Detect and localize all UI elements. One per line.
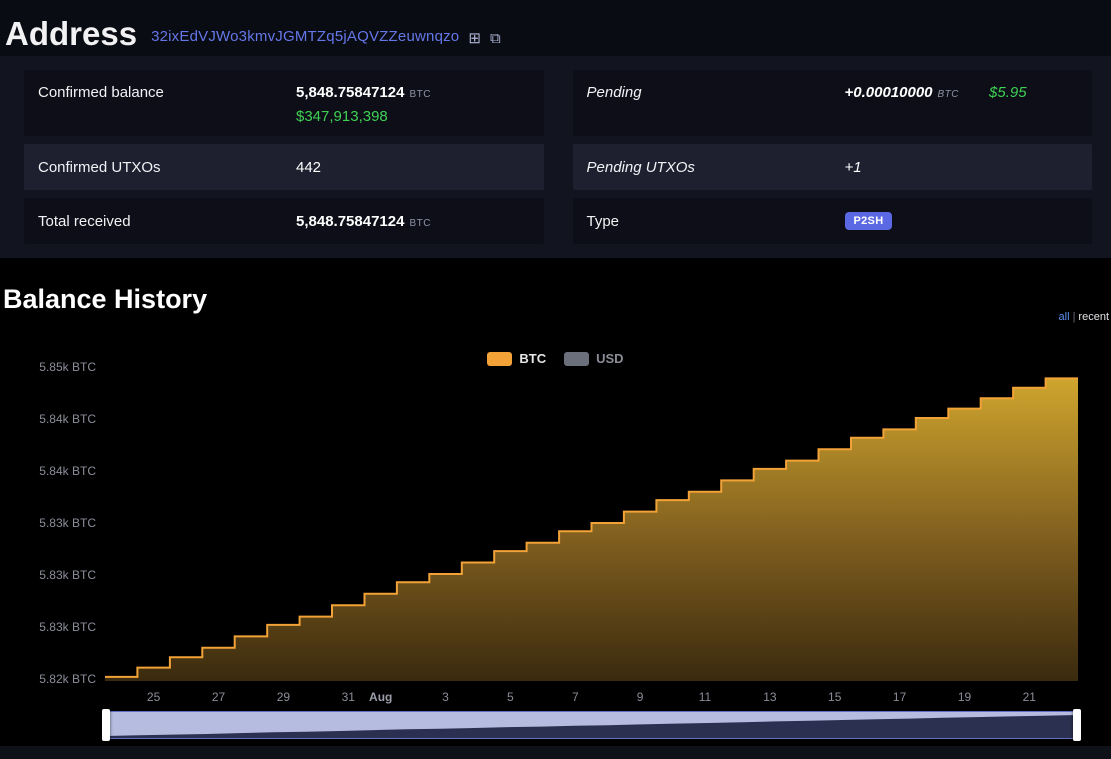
total-received-amount: 5,848.75847124: [296, 213, 404, 230]
confirmed-balance-value: 5,848.75847124 BTC $347,913,398: [296, 84, 431, 125]
range-selector: all|recent: [1059, 311, 1109, 323]
navigator-right-handle[interactable]: [1073, 709, 1081, 741]
pending-label: Pending: [587, 84, 845, 101]
type-row: Type P2SH: [573, 198, 1093, 244]
address-summary-section: Address 32ixEdVJWo3kmvJGMTZq5jAQVZZeuwnq…: [0, 0, 1111, 258]
balance-history-chart[interactable]: 5.85k BTC 5.84k BTC 5.84k BTC 5.83k BTC 5.83…: [0, 330, 1111, 745]
x-tick-label: 31: [342, 690, 356, 704]
confirmed-utxos-row: Confirmed UTXOs 442: [24, 144, 544, 190]
qr-code-icon[interactable]: ⊞: [468, 31, 481, 46]
total-received-row: Total received 5,848.75847124 BTC: [24, 198, 544, 244]
btc-amount: 5,848.75847124: [296, 84, 404, 101]
pending-usd: $5.95: [989, 84, 1027, 101]
next-section-edge: [0, 746, 1111, 759]
page-title: Address: [5, 17, 137, 50]
x-tick-label: 27: [212, 690, 226, 704]
x-tick-label: 13: [763, 690, 777, 704]
x-tick-label: 9: [637, 690, 644, 704]
confirmed-balance-label: Confirmed balance: [38, 84, 296, 101]
y-tick-label: 5.85k BTC: [39, 360, 96, 374]
pending-value: +0.00010000 BTC $5.95: [845, 84, 1027, 101]
chart-navigator[interactable]: [105, 711, 1078, 739]
type-label: Type: [587, 213, 845, 230]
address-value: 32ixEdVJWo3kmvJGMTZq5jAQVZZeuwnqzo: [151, 28, 459, 45]
y-tick-label: 5.83k BTC: [39, 516, 96, 530]
x-tick-label: 11: [699, 690, 712, 704]
range-recent-link[interactable]: recent: [1078, 311, 1109, 323]
stats-panel-right: Pending +0.00010000 BTC $5.95 Pending UT…: [573, 70, 1093, 252]
balance-history-title: Balance History: [3, 284, 207, 315]
x-tick-label: 17: [893, 690, 907, 704]
range-all-link[interactable]: all: [1059, 311, 1070, 323]
x-tick-label: 29: [277, 690, 291, 704]
x-tick-label: 7: [572, 690, 579, 704]
x-tick-label: 15: [828, 690, 842, 704]
y-tick-label: 5.84k BTC: [39, 464, 96, 478]
pending-amount: +0.00010000: [845, 84, 933, 101]
x-tick-label: 21: [1023, 690, 1037, 704]
y-tick-label: 5.83k BTC: [39, 620, 96, 634]
navigator-data-shadow: [106, 712, 1077, 738]
confirmed-utxos-label: Confirmed UTXOs: [38, 159, 296, 176]
pending-row: Pending +0.00010000 BTC $5.95: [573, 70, 1093, 136]
pending-unit: BTC: [938, 89, 960, 100]
usd-amount: $347,913,398: [296, 108, 431, 125]
pending-utxos-value: +1: [845, 159, 862, 176]
navigator-shadow-polygon: [106, 715, 1077, 738]
stats-panel-left: Confirmed balance 5,848.75847124 BTC $34…: [24, 70, 544, 252]
address-type-badge: P2SH: [845, 212, 893, 230]
pending-utxos-row: Pending UTXOs +1: [573, 144, 1093, 190]
total-received-label: Total received: [38, 213, 296, 230]
confirmed-utxos-value: 442: [296, 159, 321, 176]
y-tick-label: 5.82k BTC: [39, 672, 96, 686]
copy-icon[interactable]: ⧉: [490, 31, 501, 46]
range-separator: |: [1073, 311, 1076, 323]
x-tick-label: 19: [958, 690, 972, 704]
navigator-left-handle[interactable]: [102, 709, 110, 741]
pending-utxos-label: Pending UTXOs: [587, 159, 845, 176]
btc-unit: BTC: [409, 89, 431, 100]
stats-panels: Confirmed balance 5,848.75847124 BTC $34…: [24, 70, 1092, 252]
y-tick-label: 5.83k BTC: [39, 568, 96, 582]
confirmed-balance-row: Confirmed balance 5,848.75847124 BTC $34…: [24, 70, 544, 136]
x-tick-label: 25: [147, 690, 161, 704]
address-header: Address 32ixEdVJWo3kmvJGMTZq5jAQVZZeuwnq…: [0, 0, 1111, 56]
x-tick-label: 3: [442, 690, 449, 704]
x-tick-label: Aug: [369, 690, 392, 704]
x-tick-label: 5: [507, 690, 514, 704]
y-tick-label: 5.84k BTC: [39, 412, 96, 426]
total-received-unit: BTC: [409, 218, 431, 229]
